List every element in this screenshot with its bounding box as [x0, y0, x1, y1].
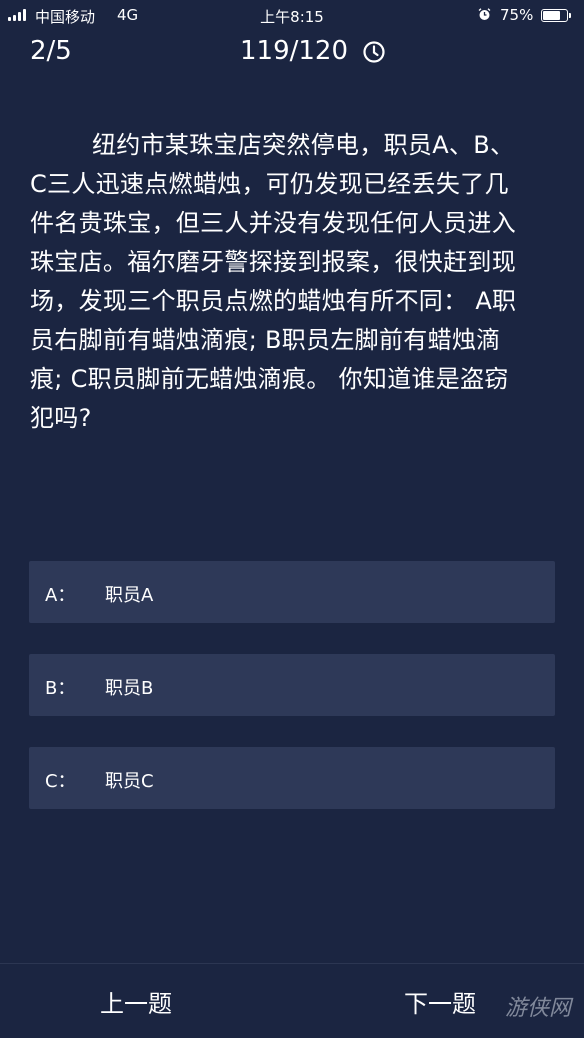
- next-question-button[interactable]: 下一题: [404, 984, 476, 1019]
- option-a-button[interactable]: A： 职员A: [29, 561, 555, 623]
- battery-icon: [541, 9, 573, 22]
- previous-question-button[interactable]: 上一题: [100, 984, 172, 1019]
- clock-icon: [363, 41, 385, 63]
- option-c-button[interactable]: C： 职员C: [29, 747, 555, 809]
- question-progress: 2/5: [30, 36, 72, 66]
- option-letter: B：: [45, 678, 76, 699]
- bottom-divider: [0, 963, 584, 964]
- option-text: 职员C: [105, 771, 154, 792]
- option-letter: C：: [45, 771, 76, 792]
- watermark-logo: 游侠网: [505, 996, 572, 1021]
- status-time: 上午8:15: [260, 8, 324, 26]
- battery-percentage: 75%: [500, 6, 534, 24]
- option-text: 职员A: [105, 585, 154, 606]
- question-text: 纽约市某珠宝店突然停电，职员A、B、C三人迅速点燃蜡烛，可仍发现已经丢失了几件名…: [30, 131, 517, 432]
- status-bar: 中国移动 4G 上午8:15 75%: [0, 0, 584, 30]
- option-b-button[interactable]: B： 职员B: [29, 654, 555, 716]
- alarm-icon: [478, 8, 491, 20]
- countdown-timer: 119/120: [240, 36, 349, 66]
- option-letter: A：: [45, 585, 76, 606]
- option-text: 职员B: [105, 678, 154, 699]
